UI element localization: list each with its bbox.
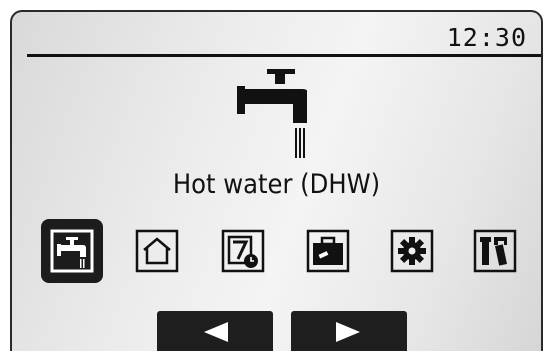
lcd-screen: 12:30 Hot water (DHW) (10, 10, 543, 351)
tap-icon (237, 69, 307, 158)
menu-item-schedule[interactable] (212, 219, 274, 283)
gear-icon (390, 229, 434, 273)
arrow-right-icon (336, 322, 360, 342)
menu-item-hot-water[interactable] (41, 219, 103, 283)
tap-icon (50, 229, 94, 273)
menu-item-service[interactable] (464, 219, 526, 283)
suitcase-icon (306, 229, 350, 273)
arrow-left-icon (204, 322, 228, 342)
menu-item-holiday[interactable] (297, 219, 359, 283)
menu-item-heating[interactable] (126, 219, 188, 283)
next-button[interactable] (291, 311, 407, 351)
menu-bar (41, 219, 521, 283)
previous-button[interactable] (157, 311, 273, 351)
menu-item-settings[interactable] (381, 219, 443, 283)
schedule-icon (221, 229, 265, 273)
service-tools-icon (473, 229, 517, 273)
house-icon (135, 229, 179, 273)
status-bar: 12:30 (27, 22, 541, 57)
controller-device: 12:30 Hot water (DHW) (0, 0, 552, 351)
clock: 12:30 (446, 23, 527, 52)
page-title: Hot water (DHW) (172, 169, 381, 200)
